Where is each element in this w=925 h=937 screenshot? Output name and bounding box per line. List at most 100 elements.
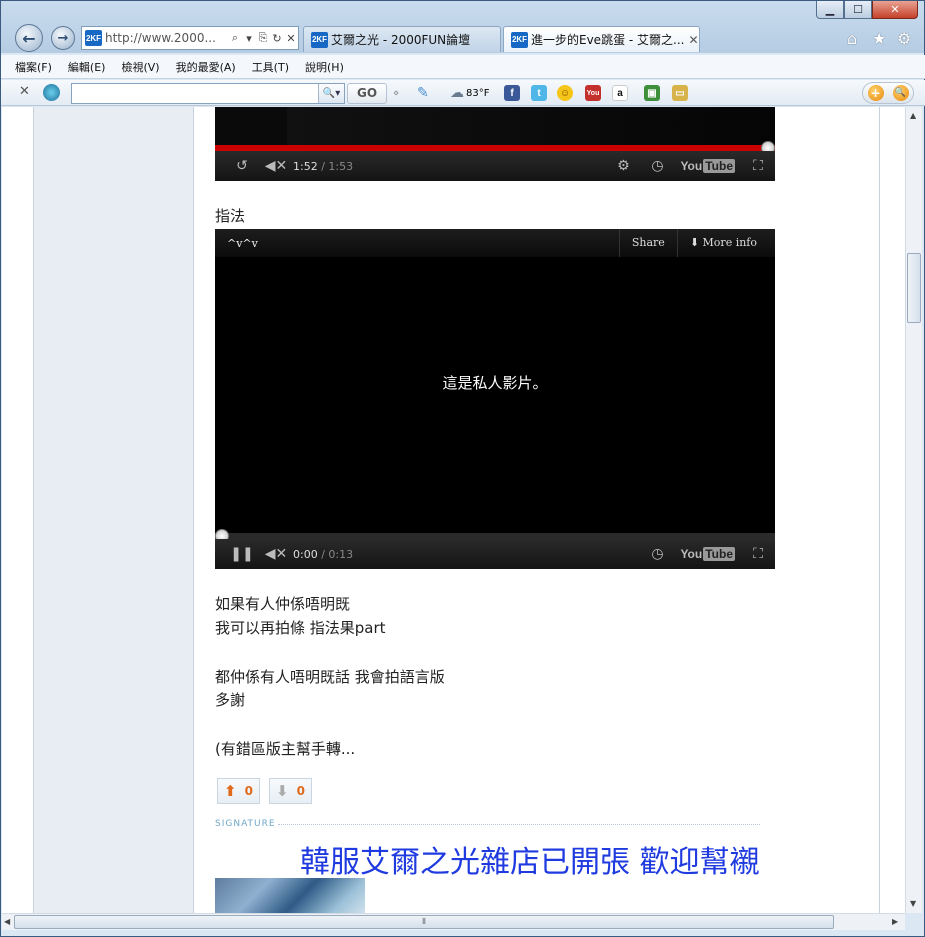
menu-view[interactable]: 檢視(V): [121, 59, 159, 75]
player-2-controls: ❚❚ ◀✕ 0:00 / 0:13 ◷ You Tube ⛶: [215, 539, 775, 569]
search-icon[interactable]: ⌕: [228, 31, 242, 45]
highlight-pen-icon[interactable]: ✎: [417, 85, 429, 101]
back-button[interactable]: ←: [15, 24, 43, 52]
upvote-count: 0: [244, 784, 253, 798]
post-line: 我可以再拍條 指法果part: [215, 619, 386, 637]
address-bar[interactable]: 2KF http://www.2000... ⌕ ▾ ⎘ ↻ ✕: [81, 26, 299, 50]
player-2-header: ^v^v Share ⬇ More info: [215, 229, 775, 257]
refresh-icon[interactable]: ↻: [270, 32, 284, 45]
left-sidebar-column: [33, 107, 194, 913]
dropdown-chevron-icon[interactable]: ▾: [242, 32, 256, 45]
channel-logo-icon[interactable]: ^v^v: [227, 237, 258, 250]
toolbar-logo-icon[interactable]: [43, 84, 60, 101]
favorites-star-icon[interactable]: ★: [872, 29, 886, 48]
scroll-up-icon[interactable]: ▲: [910, 111, 916, 120]
tab-favicon-icon: 2KF: [511, 31, 528, 48]
signature-label: SIGNATURE: [215, 819, 276, 829]
scroll-left-icon[interactable]: ◀: [4, 917, 10, 926]
player-1-time: 1:52 / 1:53: [293, 159, 354, 173]
smiley-icon[interactable]: ☺: [557, 85, 573, 101]
search-orb-icon[interactable]: 🔍: [892, 85, 909, 101]
arrow-down-icon: ⬇: [276, 782, 289, 800]
downvote-count: 0: [296, 784, 305, 798]
cloud-rain-icon: ☁: [450, 85, 464, 101]
stop-icon[interactable]: ✕: [284, 32, 298, 45]
menu-edit[interactable]: 編輯(E): [68, 59, 106, 75]
post-note: (有錯區版主幫手轉...: [215, 740, 356, 758]
window-caption-buttons: ▁ ☐ ✕: [816, 1, 918, 19]
youtube-logo-icon[interactable]: You Tube: [680, 159, 735, 173]
settings-gear-icon[interactable]: ⚙: [606, 158, 640, 174]
site-favicon-icon: 2KF: [85, 30, 102, 46]
post-line: 都仲係有人唔明既話 我會拍語言版: [215, 668, 445, 686]
more-info-button[interactable]: ⬇ More info: [676, 229, 775, 257]
tab-title: 進一步的Eve跳蛋 - 艾爾之...: [531, 33, 685, 47]
replay-icon[interactable]: ↺: [225, 158, 259, 174]
horizontal-scrollbar[interactable]: ◀ ⦀ ▶: [2, 913, 905, 930]
player-1-controls: ↺ ◀✕ 1:52 / 1:53 ⚙ ◷ You Tube ⛶: [215, 151, 775, 181]
fullscreen-icon[interactable]: ⛶: [741, 158, 775, 174]
search-engine-button[interactable]: 🔍▾: [318, 84, 344, 103]
close-window-button[interactable]: ✕: [872, 1, 918, 19]
navigation-row: ← → 2KF http://www.2000... ⌕ ▾ ⎘ ↻ ✕ 2KF…: [1, 21, 925, 55]
upvote-button[interactable]: ⬆ 0: [217, 778, 260, 804]
video-camera-icon[interactable]: ▣: [644, 85, 660, 101]
mute-speaker-icon[interactable]: ◀✕: [259, 546, 293, 562]
amazon-icon[interactable]: a: [612, 85, 628, 101]
arrow-up-icon: ⬆: [224, 782, 237, 800]
toolbar-right-buttons: + 🔍: [862, 82, 914, 104]
share-button[interactable]: Share: [618, 229, 677, 257]
player-2-time: 0:00 / 0:13: [293, 547, 354, 561]
scroll-down-icon[interactable]: ▼: [910, 899, 916, 908]
section-label: 指法: [215, 207, 246, 225]
weather-widget[interactable]: ☁ 83°F: [450, 85, 489, 101]
watch-later-clock-icon[interactable]: ◷: [640, 158, 674, 174]
tv-icon[interactable]: ▭: [672, 85, 688, 101]
forward-button[interactable]: →: [51, 26, 75, 50]
watch-later-clock-icon[interactable]: ◷: [640, 546, 674, 562]
downvote-button[interactable]: ⬇ 0: [269, 778, 312, 804]
grip-icon: ⦀: [422, 917, 426, 926]
facebook-icon[interactable]: f: [504, 85, 520, 101]
pause-icon[interactable]: ❚❚: [225, 546, 259, 562]
menu-help[interactable]: 說明(H): [305, 59, 344, 75]
signature-image: [215, 878, 365, 913]
tab-close-icon[interactable]: ✕: [684, 33, 698, 47]
youtube-icon[interactable]: You: [585, 85, 601, 101]
toolbar-separator-icon: ⋄: [393, 87, 400, 99]
add-icon[interactable]: +: [867, 85, 884, 101]
video-player-2[interactable]: ^v^v Share ⬇ More info 這是私人影片。 ❚❚ ◀✕ 0:0…: [215, 229, 775, 569]
menu-file[interactable]: 檔案(F): [15, 59, 52, 75]
addon-toolbar: ✕ 🔍▾ GO ⋄ ✎ ☁ 83°F f t ☺ You a ▣ ▭ + 🔍: [1, 80, 925, 106]
vertical-scroll-thumb[interactable]: [907, 253, 921, 323]
mute-speaker-icon[interactable]: ◀✕: [259, 158, 293, 174]
private-video-message: 這是私人影片。: [442, 374, 548, 392]
signature-title[interactable]: 韓服艾爾之光雜店已開張 歡迎幫襯: [300, 837, 760, 881]
compatibility-view-icon[interactable]: ⎘: [256, 31, 270, 45]
youtube-logo-icon[interactable]: You Tube: [680, 547, 735, 561]
maximize-button[interactable]: ☐: [844, 1, 872, 19]
tools-gear-icon[interactable]: ⚙: [897, 29, 911, 48]
content-right-border: [879, 107, 880, 913]
minimize-button[interactable]: ▁: [816, 1, 844, 19]
back-arrow-icon: ←: [22, 28, 36, 48]
video-player-1[interactable]: ↺ ◀✕ 1:52 / 1:53 ⚙ ◷ You Tube ⛶: [215, 107, 775, 181]
toolbar-search-input[interactable]: 🔍▾: [71, 83, 345, 104]
weather-temperature: 83°F: [466, 87, 490, 99]
page-viewport: ↺ ◀✕ 1:52 / 1:53 ⚙ ◷ You Tube ⛶ 指法 ^v^v S…: [2, 107, 905, 913]
close-toolbar-icon[interactable]: ✕: [19, 84, 30, 99]
scroll-right-icon[interactable]: ▶: [892, 917, 898, 926]
address-url[interactable]: http://www.2000...: [105, 31, 228, 45]
horizontal-scroll-thumb[interactable]: ⦀: [14, 915, 834, 929]
fullscreen-icon[interactable]: ⛶: [741, 546, 775, 562]
home-icon[interactable]: ⌂: [847, 29, 857, 48]
tab-forum[interactable]: 2KF 艾爾之光 - 2000FUN論壇: [303, 26, 501, 52]
menu-favorites[interactable]: 我的最愛(A): [176, 59, 236, 75]
tab-current-thread[interactable]: 2KF 進一步的Eve跳蛋 - 艾爾之... ✕: [503, 26, 700, 52]
twitter-icon[interactable]: t: [531, 85, 547, 101]
menu-tools[interactable]: 工具(T): [252, 59, 289, 75]
vertical-scrollbar[interactable]: ▲ ▼: [905, 107, 922, 913]
go-button[interactable]: GO: [347, 83, 387, 104]
forward-arrow-icon: →: [57, 30, 69, 46]
post-line: 多謝: [215, 691, 246, 709]
